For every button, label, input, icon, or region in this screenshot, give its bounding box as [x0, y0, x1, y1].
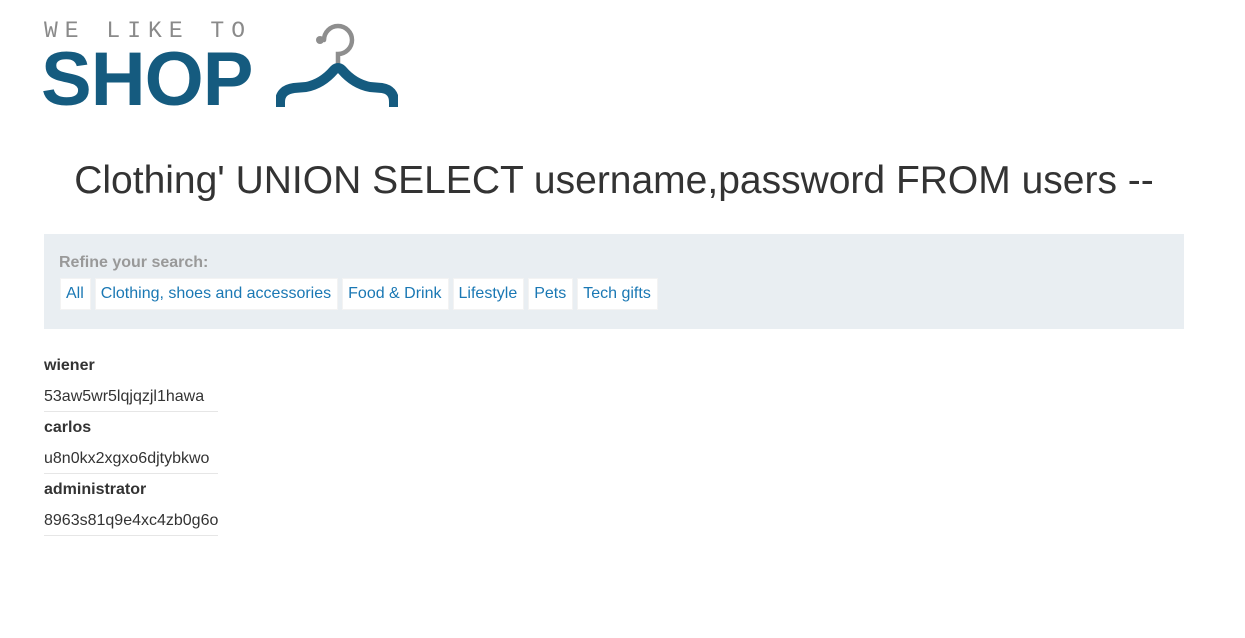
result-password: 8963s81q9e4xc4zb0g6o: [44, 512, 219, 529]
result-password: 53aw5wr5lqjqzjl1hawa: [44, 388, 205, 405]
hanger-icon: [276, 23, 398, 107]
page-title: Clothing' UNION SELECT username,password…: [74, 159, 1154, 202]
table-row: wiener 53aw5wr5lqjqzjl1hawa: [44, 350, 218, 412]
site-logo[interactable]: WE LIKE TO SHOP: [41, 18, 404, 122]
result-username: wiener: [44, 357, 95, 374]
table-row: administrator 8963s81q9e4xc4zb0g6o: [44, 474, 218, 536]
result-username: carlos: [44, 419, 92, 436]
logo-wordmark: SHOP: [41, 37, 253, 122]
filter-link-tech-gifts[interactable]: Tech gifts: [577, 278, 658, 310]
filter-links: All Clothing, shoes and accessories Food…: [60, 278, 658, 310]
page: WE LIKE TO SHOP Clothing' UNION SELECT u…: [0, 0, 1245, 638]
result-username: administrator: [44, 481, 147, 498]
filter-link-all[interactable]: All: [60, 278, 91, 310]
filter-link-pets[interactable]: Pets: [528, 278, 574, 310]
filter-link-food-drink[interactable]: Food & Drink: [342, 278, 449, 310]
results-table: wiener 53aw5wr5lqjqzjl1hawa carlos u8n0k…: [44, 350, 218, 536]
result-password: u8n0kx2xgxo6djtybkwo: [44, 450, 210, 467]
filter-link-clothing[interactable]: Clothing, shoes and accessories: [94, 278, 339, 310]
filter-label: Refine your search:: [59, 254, 209, 271]
filter-link-lifestyle[interactable]: Lifestyle: [452, 278, 525, 310]
filter-panel: Refine your search: All Clothing, shoes …: [44, 234, 1184, 329]
table-row: carlos u8n0kx2xgxo6djtybkwo: [44, 412, 218, 474]
